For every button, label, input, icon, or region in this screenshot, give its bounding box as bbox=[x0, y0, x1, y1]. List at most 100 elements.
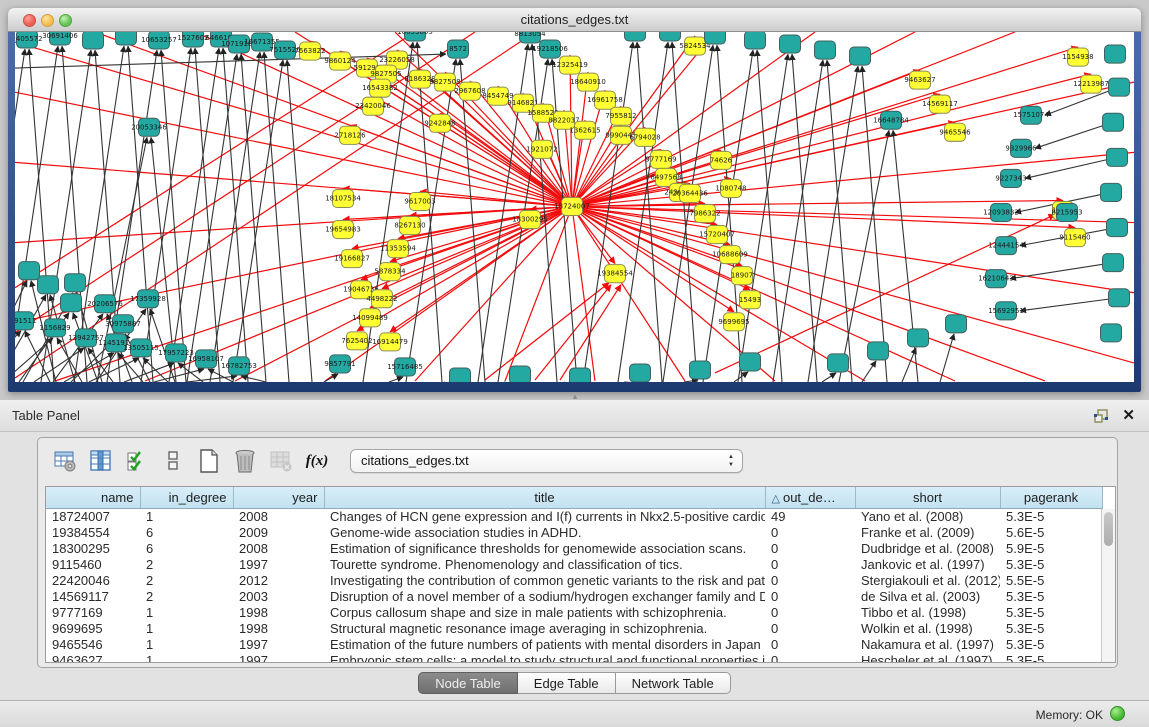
window-titlebar[interactable]: citations_edges.txt bbox=[8, 8, 1141, 32]
graph-node[interactable] bbox=[1105, 45, 1126, 63]
graph-node[interactable] bbox=[850, 47, 871, 65]
table-row[interactable]: 911546021997Tourette syndrome. Phenomeno… bbox=[46, 556, 1102, 572]
memory-status-icon[interactable] bbox=[1110, 706, 1125, 721]
table-cell[interactable]: 5.6E-5 bbox=[1000, 524, 1102, 540]
table-cell[interactable]: 18300295 bbox=[46, 540, 140, 556]
table-row[interactable]: 969969511998Structural magnetic resonanc… bbox=[46, 620, 1102, 636]
table-cell[interactable]: 0 bbox=[765, 540, 855, 556]
table-cell[interactable]: 5.3E-5 bbox=[1000, 604, 1102, 620]
graph-node[interactable] bbox=[1107, 219, 1128, 237]
graph-node[interactable] bbox=[740, 353, 761, 371]
table-cell[interactable]: Genome-wide association studies in ADHD. bbox=[324, 524, 765, 540]
table-cell[interactable]: 5.5E-5 bbox=[1000, 572, 1102, 588]
table-cell[interactable]: 2 bbox=[140, 572, 233, 588]
table-row[interactable]: 946554611997Estimation of the future num… bbox=[46, 636, 1102, 652]
graph-node[interactable] bbox=[38, 276, 59, 294]
table-cell[interactable]: 0 bbox=[765, 524, 855, 540]
table-cell[interactable]: 0 bbox=[765, 588, 855, 604]
column-header-title[interactable]: title bbox=[324, 487, 765, 508]
table-cell[interactable]: Hescheler et al. (1997) bbox=[855, 652, 1000, 663]
table-cell[interactable]: 2008 bbox=[233, 508, 324, 524]
table-cell[interactable]: 1997 bbox=[233, 636, 324, 652]
table-row[interactable]: 2242004622012Investigating the contribut… bbox=[46, 572, 1102, 588]
delete-icon[interactable] bbox=[230, 446, 260, 476]
graph-node[interactable] bbox=[1101, 183, 1122, 201]
table-cell[interactable]: 2009 bbox=[233, 524, 324, 540]
table-cell[interactable]: 9115460 bbox=[46, 556, 140, 572]
table-row[interactable]: 946362711997Embryonic stem cells: a mode… bbox=[46, 652, 1102, 663]
column-header-name[interactable]: name bbox=[46, 487, 140, 508]
table-cell[interactable]: 1997 bbox=[233, 652, 324, 663]
float-panel-icon[interactable] bbox=[1093, 408, 1109, 424]
node-table-grid[interactable]: namein_degreeyeartitle△out_de…shortpager… bbox=[46, 487, 1103, 663]
table-cell[interactable]: 6 bbox=[140, 524, 233, 540]
delete-table-icon[interactable] bbox=[266, 446, 296, 476]
table-cell[interactable]: Yano et al. (2008) bbox=[855, 508, 1000, 524]
table-cell[interactable]: Structural magnetic resonance image aver… bbox=[324, 620, 765, 636]
table-cell[interactable]: 1 bbox=[140, 636, 233, 652]
table-row[interactable]: 1456911722003Disruption of a novel membe… bbox=[46, 588, 1102, 604]
graph-node[interactable] bbox=[1107, 148, 1128, 166]
graph-node[interactable] bbox=[19, 262, 40, 280]
table-cell[interactable]: 9699695 bbox=[46, 620, 140, 636]
table-cell[interactable]: 1997 bbox=[233, 556, 324, 572]
graph-node[interactable] bbox=[65, 274, 86, 292]
table-cell[interactable]: 0 bbox=[765, 556, 855, 572]
table-cell[interactable]: Disruption of a novel member of a sodium… bbox=[324, 588, 765, 604]
table-cell[interactable]: 2003 bbox=[233, 588, 324, 604]
column-header-in_degree[interactable]: in_degree bbox=[140, 487, 233, 508]
table-cell[interactable]: 2012 bbox=[233, 572, 324, 588]
graph-node[interactable] bbox=[705, 32, 726, 44]
table-cell[interactable]: 5.9E-5 bbox=[1000, 540, 1102, 556]
table-source-dropdown[interactable]: citations_edges.txt ▲▼ bbox=[350, 449, 743, 473]
graph-node[interactable] bbox=[660, 32, 681, 41]
table-cell[interactable]: de Silva et al. (2003) bbox=[855, 588, 1000, 604]
table-cell[interactable]: 6 bbox=[140, 540, 233, 556]
graph-node[interactable] bbox=[1109, 78, 1130, 96]
table-cell[interactable]: 5.3E-5 bbox=[1000, 588, 1102, 604]
table-cell[interactable]: Tibbo et al. (1998) bbox=[855, 604, 1000, 620]
table-cell[interactable]: 49 bbox=[765, 508, 855, 524]
table-row[interactable]: 977716911998Corpus callosum shape and si… bbox=[46, 604, 1102, 620]
table-cell[interactable]: 0 bbox=[765, 636, 855, 652]
table-row[interactable]: 1938455462009Genome-wide association stu… bbox=[46, 524, 1102, 540]
graph-node[interactable] bbox=[116, 32, 137, 45]
table-cell[interactable]: 22420046 bbox=[46, 572, 140, 588]
graph-node[interactable] bbox=[690, 361, 711, 379]
graph-node[interactable] bbox=[828, 354, 849, 372]
graph-node[interactable] bbox=[1103, 113, 1124, 131]
graph-node[interactable] bbox=[570, 368, 591, 382]
table-cell[interactable]: Wolkin et al. (1998) bbox=[855, 620, 1000, 636]
table-settings-icon[interactable] bbox=[50, 446, 80, 476]
graph-node[interactable] bbox=[1103, 254, 1124, 272]
table-cell[interactable]: 18724007 bbox=[46, 508, 140, 524]
graph-node[interactable] bbox=[61, 294, 82, 312]
table-cell[interactable]: 5.3E-5 bbox=[1000, 636, 1102, 652]
citation-graph[interactable]: 1830029519384554961700318107534196549838… bbox=[15, 32, 1134, 382]
table-cell[interactable]: 1 bbox=[140, 508, 233, 524]
table-cell[interactable]: 5.3E-5 bbox=[1000, 508, 1102, 524]
graph-node[interactable] bbox=[815, 41, 836, 59]
table-cell[interactable]: 1 bbox=[140, 652, 233, 663]
graph-node[interactable] bbox=[450, 368, 471, 382]
column-header-out_de[interactable]: △out_de… bbox=[765, 487, 855, 508]
table-cell[interactable]: Jankovic et al. (1997) bbox=[855, 556, 1000, 572]
table-scrollbar[interactable] bbox=[1101, 509, 1115, 662]
close-panel-icon[interactable]: ✕ bbox=[1122, 406, 1135, 424]
table-cell[interactable]: 5.3E-5 bbox=[1000, 652, 1102, 663]
tab-node-table[interactable]: Node Table bbox=[418, 672, 518, 694]
graph-node[interactable] bbox=[1109, 289, 1130, 307]
table-cell[interactable]: 9777169 bbox=[46, 604, 140, 620]
graph-node[interactable] bbox=[630, 364, 651, 382]
table-cell[interactable]: 2008 bbox=[233, 540, 324, 556]
graph-node[interactable] bbox=[83, 32, 104, 49]
table-cell[interactable]: 14569117 bbox=[46, 588, 140, 604]
table-cell[interactable]: Embryonic stem cells: a model to study s… bbox=[324, 652, 765, 663]
graph-node[interactable] bbox=[625, 32, 646, 41]
panel-resize-handle[interactable]: ▴ bbox=[569, 392, 581, 400]
column-header-pagerank[interactable]: pagerank bbox=[1000, 487, 1102, 508]
table-cell[interactable]: 0 bbox=[765, 604, 855, 620]
graph-node[interactable] bbox=[780, 35, 801, 53]
row-height-icon[interactable] bbox=[158, 446, 188, 476]
column-header-year[interactable]: year bbox=[233, 487, 324, 508]
